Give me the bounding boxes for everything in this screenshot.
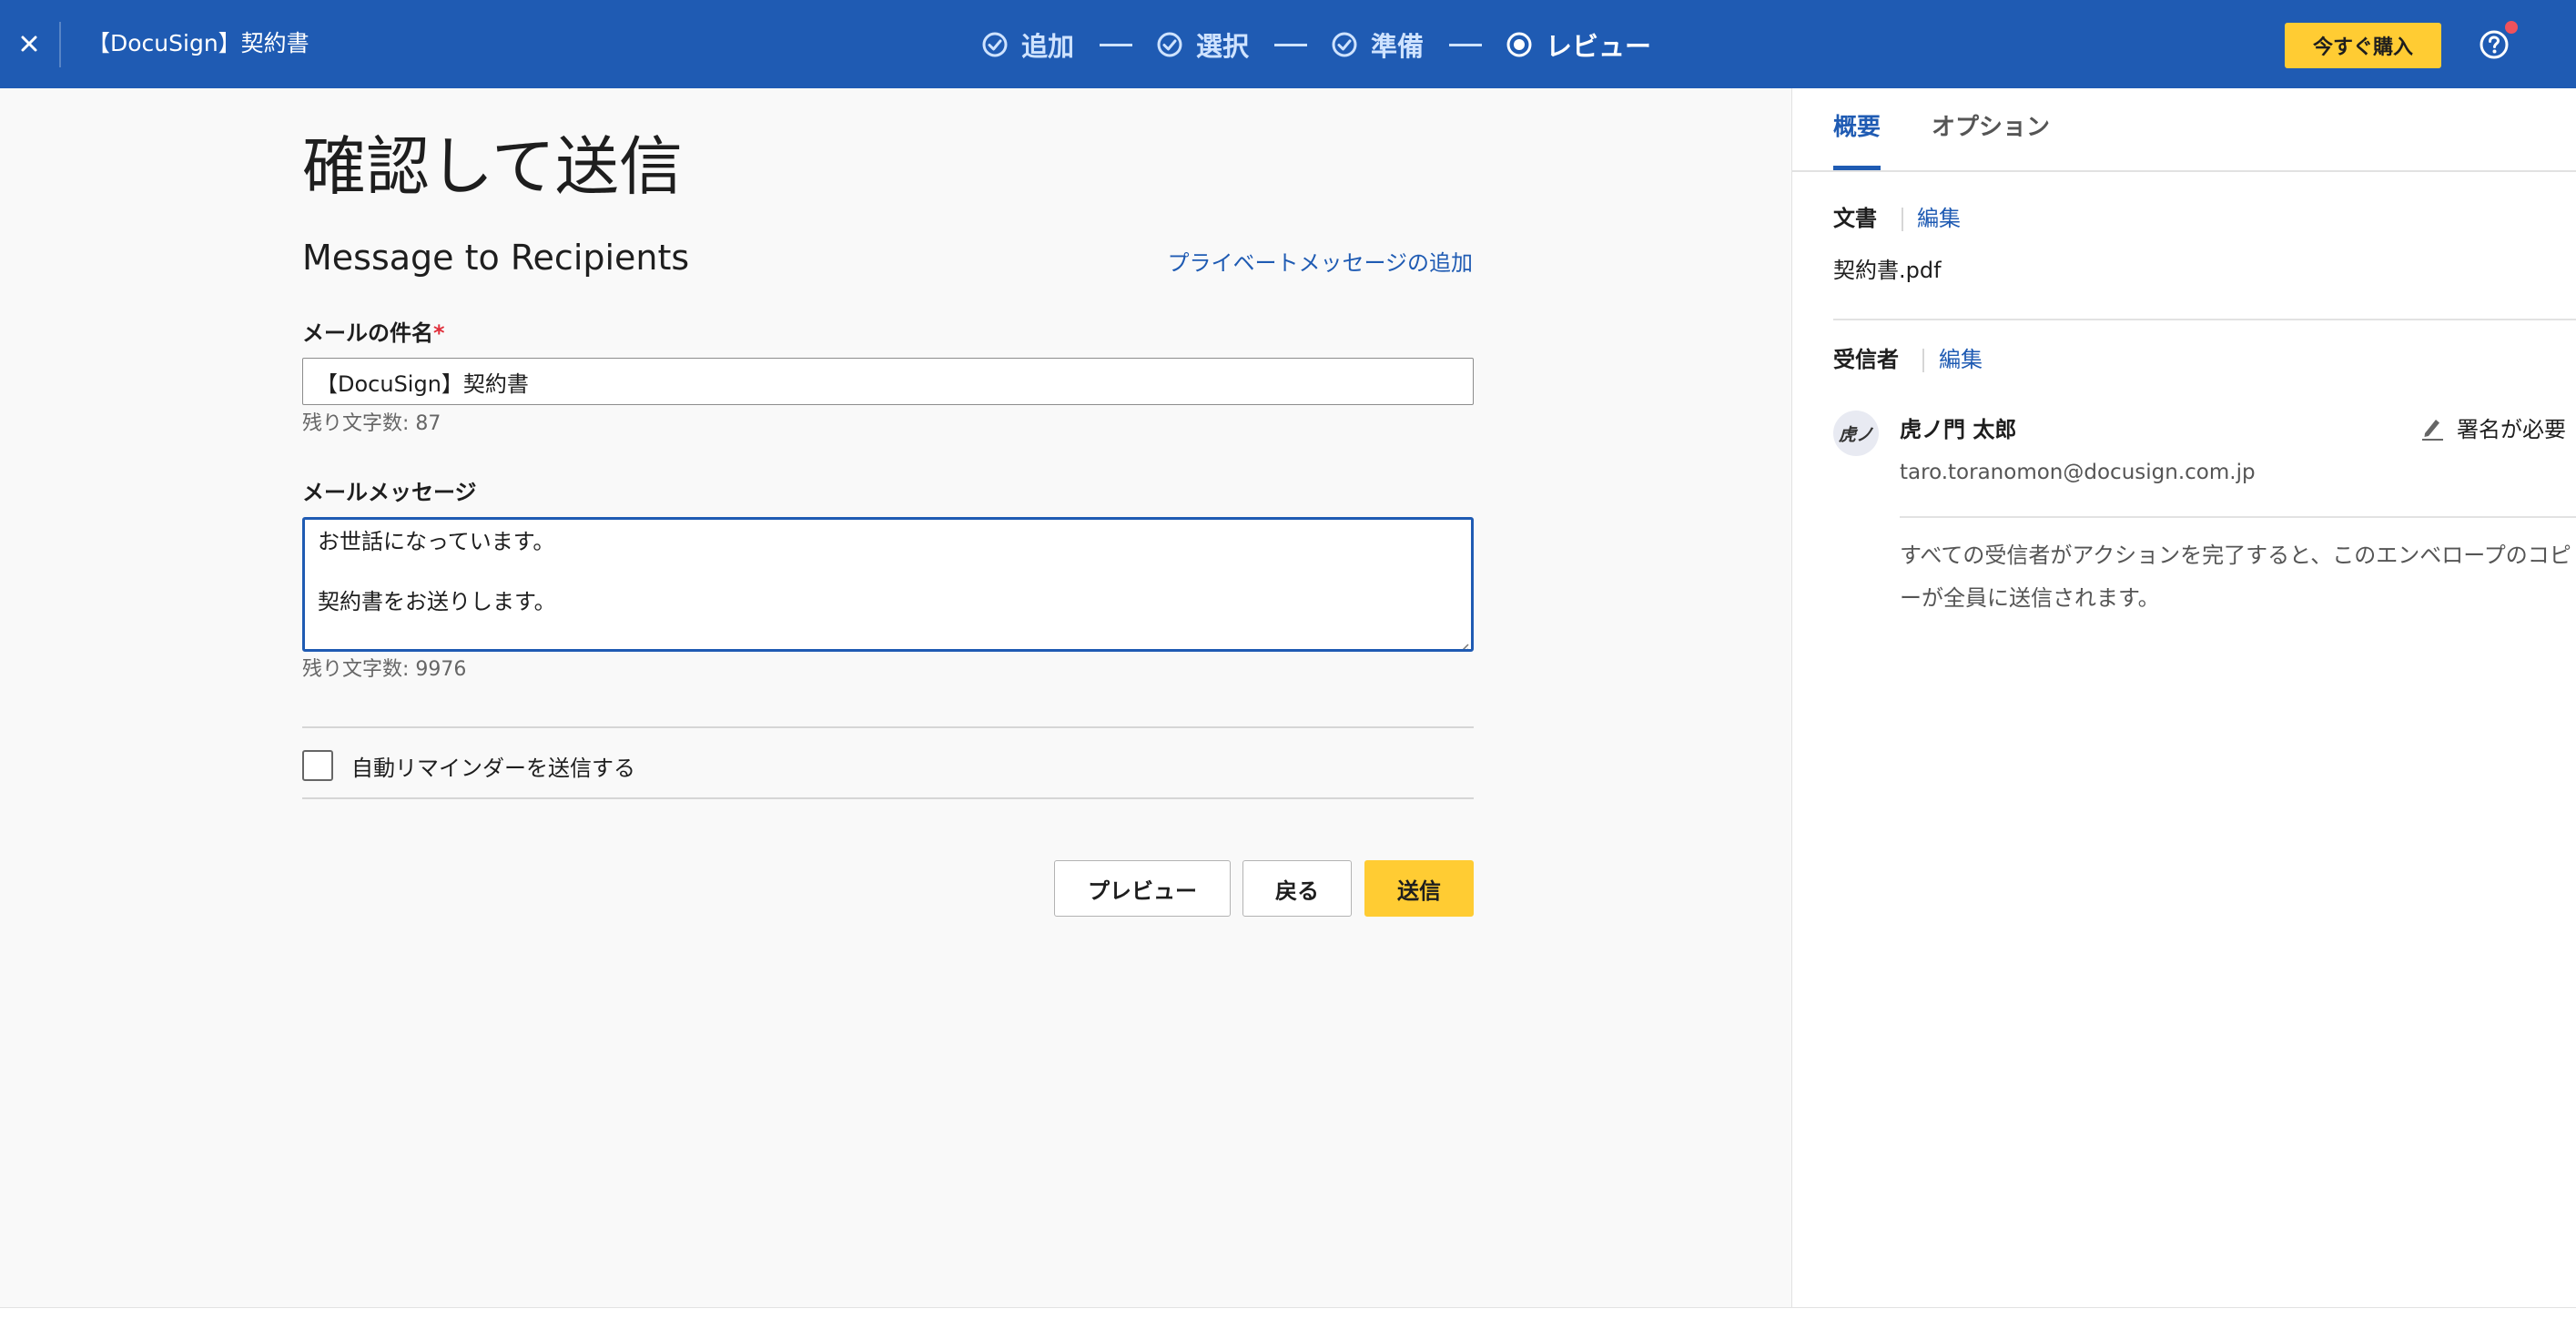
divider [302,797,1474,799]
auto-reminder-label[interactable]: 自動リマインダーを送信する [351,750,635,782]
panel-divider [1833,319,2576,320]
step-label: 選択 [1196,31,1250,62]
step-connector [1449,43,1483,46]
close-icon [20,35,38,53]
subject-label-text: メールの件名 [302,320,433,346]
document-file-name[interactable]: 契約書.pdf [1833,256,1942,285]
auto-reminder-row: 自動リマインダーを送信する [302,747,635,784]
documents-heading: 文書 [1833,206,1877,231]
step-connector [1100,43,1133,46]
back-button[interactable]: 戻る [1242,860,1352,917]
message-textarea[interactable]: お世話になっています。 契約書をお送りします。 [302,517,1474,652]
recipient-email: taro.toranomon@docusign.com.jp [1900,461,2256,484]
step-label: レビュー [1546,31,1652,62]
section-title: Message to Recipients [302,238,690,278]
close-button[interactable] [9,22,49,66]
page-title: 確認して送信 [302,129,683,204]
summary-panel: 概要 オプション 文書 編集 契約書.pdf 受信者 編集 虎ノ 虎ノ門 太郎 … [1791,88,2576,1307]
divider [302,726,1474,728]
edit-recipients-link[interactable]: 編集 [1939,345,1983,374]
preview-button[interactable]: プレビュー [1054,860,1231,917]
message-line [318,557,1458,587]
completion-note: すべての受信者がアクションを完了すると、このエンベロープのコピーが全員に送信され… [1900,543,2571,611]
message-line: お世話になっています。 [318,529,555,554]
heading-divider [1922,349,1924,372]
auto-reminder-checkbox[interactable] [302,750,333,781]
required-mark: * [433,320,445,346]
step-label: 追加 [1021,31,1075,62]
pen-icon [2419,414,2457,441]
avatar: 虎ノ [1833,411,1879,456]
step-add[interactable]: 追加 [981,25,1074,64]
step-review[interactable]: レビュー [1506,25,1651,64]
recipients-heading: 受信者 [1833,347,1899,372]
step-select[interactable]: 選択 [1156,25,1249,64]
notification-dot [2505,21,2518,34]
recipient-name: 虎ノ門 太郎 [1900,417,2017,442]
tabs-border [1792,170,2576,172]
panel-divider [1900,516,2576,518]
top-bar: 【DocuSign】契約書 追加 選択 準備 レビュー 今すぐ購入 [0,0,2576,88]
message-line: 契約書をお送りします。 [318,589,556,614]
message-remaining-count: 残り文字数: 9976 [302,658,467,681]
bottom-strip [0,1307,2576,1329]
recipient-action: 署名が必要 [2419,411,2566,443]
step-prepare[interactable]: 準備 [1331,25,1424,64]
step-navigation: 追加 選択 準備 レビュー [981,24,1651,66]
tab-options[interactable]: オプション [1932,112,2050,143]
subject-remaining-count: 残り文字数: 87 [302,412,441,435]
check-circle-icon [1156,31,1183,58]
edit-documents-link[interactable]: 編集 [1917,204,1961,233]
radio-dot-icon [1506,31,1533,58]
tab-summary[interactable]: 概要 [1833,112,1881,143]
buy-now-button[interactable]: 今すぐ購入 [2285,23,2441,68]
check-circle-icon [1331,31,1358,58]
subject-label: メールの件名* [302,319,445,348]
step-label: 準備 [1371,31,1425,62]
message-label: メールメッセージ [302,480,477,505]
resize-grip-icon[interactable] [1455,633,1469,649]
envelope-title: 【DocuSign】契約書 [87,30,309,56]
action-label: 署名が必要 [2457,417,2566,442]
subject-input[interactable] [302,358,1474,405]
add-private-message-link[interactable]: プライベートメッセージの追加 [1167,249,1473,278]
step-connector [1274,43,1308,46]
review-main: 確認して送信 Message to Recipients プライベートメッセージ… [0,88,1791,1307]
help-circle-icon [2479,29,2510,60]
topbar-divider [59,22,61,67]
send-button[interactable]: 送信 [1364,860,1474,917]
heading-divider [1902,208,1903,231]
check-circle-icon [981,31,1009,58]
